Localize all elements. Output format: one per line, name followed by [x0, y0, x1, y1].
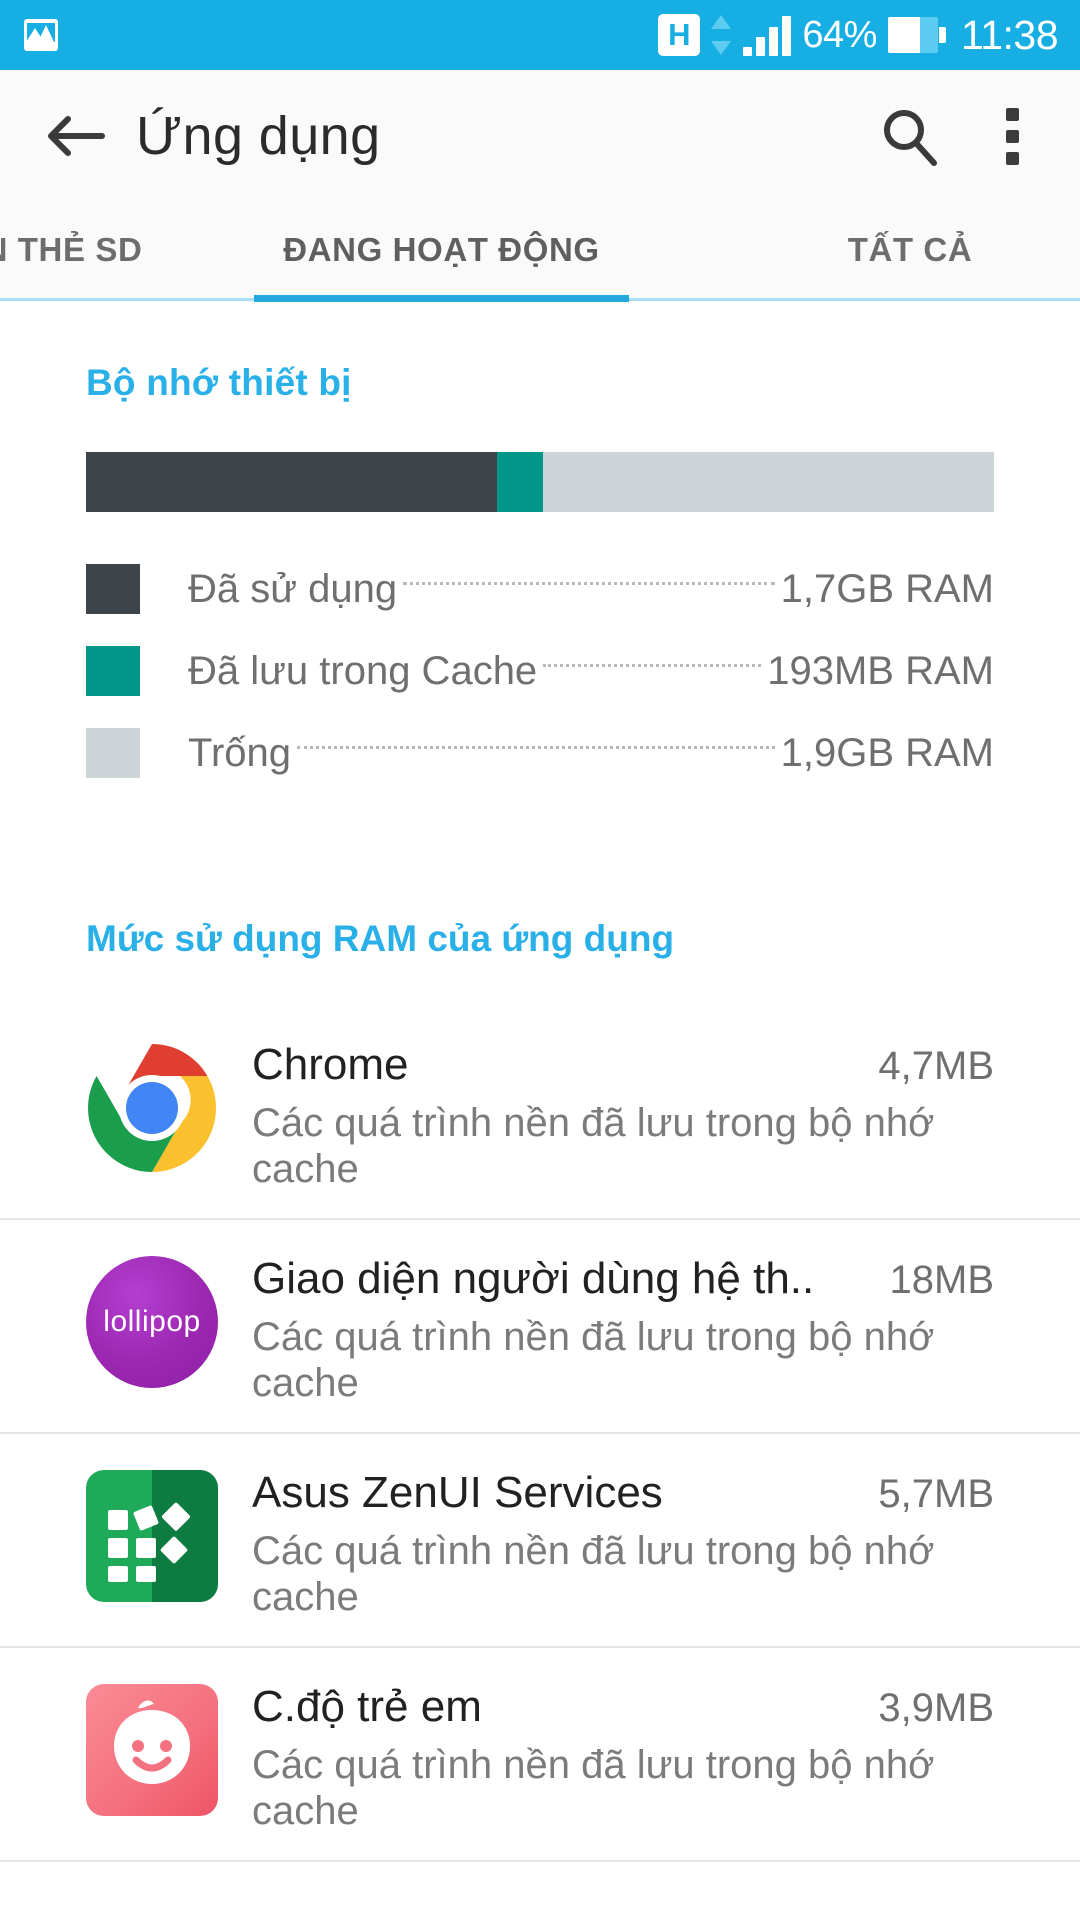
- app-subtitle: Các quá trình nền đã lưu trong bộ nhớ ca…: [252, 1101, 935, 1191]
- status-bar-right: H 64% 11:38: [658, 11, 1059, 59]
- search-icon[interactable]: [878, 105, 940, 167]
- app-size: 5,7MB: [878, 1472, 994, 1516]
- data-transfer-icon: [711, 13, 732, 57]
- network-type-icon: H: [658, 14, 701, 56]
- memory-bar-used-segment: [86, 452, 498, 512]
- legend-leader: [297, 745, 775, 749]
- memory-usage-bar: [86, 452, 994, 512]
- tab-bar: N THẺ SD ĐANG HOẠT ĐỘNG TẤT CẢ: [0, 202, 1080, 302]
- battery-icon: [887, 17, 946, 53]
- status-bar-clock: 11:38: [960, 11, 1059, 58]
- chrome-icon: [86, 1042, 218, 1174]
- memory-legend: Đã sử dụng 1,7GB RAM Đã lưu trong Cache …: [86, 548, 994, 794]
- app-size: 4,7MB: [878, 1044, 994, 1088]
- gallery-icon: [24, 19, 58, 51]
- legend-value-cached: 193MB RAM: [767, 648, 994, 693]
- tab-on-sd-card[interactable]: N THẺ SD: [0, 202, 218, 298]
- app-subtitle: Các quá trình nền đã lưu trong bộ nhớ ca…: [252, 1743, 935, 1833]
- app-list: Chrome 4,7MB Các quá trình nền đã lưu tr…: [0, 1006, 1080, 1862]
- battery-percent-label: 64%: [802, 13, 877, 56]
- kids-mode-icon: [86, 1684, 218, 1816]
- tab-running[interactable]: ĐANG HOẠT ĐỘNG: [254, 202, 629, 298]
- app-name: C.độ trẻ em: [252, 1682, 482, 1731]
- tab-all[interactable]: TẤT CẢ: [700, 202, 1080, 298]
- page-title: Ứng dụng: [136, 106, 381, 166]
- action-bar-actions: [878, 105, 1044, 167]
- app-name: Chrome: [252, 1040, 409, 1089]
- list-item[interactable]: Chrome 4,7MB Các quá trình nền đã lưu tr…: [0, 1006, 1080, 1220]
- memory-bar-cached-segment: [497, 452, 543, 512]
- legend-row-free: Trống 1,9GB RAM: [86, 712, 994, 794]
- app-name: Giao diện người dùng hệ th..: [252, 1254, 815, 1303]
- lollipop-icon-label: lollipop: [103, 1305, 201, 1338]
- list-item[interactable]: lollipop Giao diện người dùng hệ th.. 18…: [0, 1220, 1080, 1434]
- app-info: Giao diện người dùng hệ th.. 18MB Các qu…: [252, 1246, 994, 1406]
- legend-swatch-cached: [86, 646, 140, 696]
- list-item[interactable]: Asus ZenUI Services 5,7MB Các quá trình …: [0, 1434, 1080, 1648]
- app-size: 18MB: [889, 1258, 995, 1302]
- app-info: Chrome 4,7MB Các quá trình nền đã lưu tr…: [252, 1032, 994, 1192]
- legend-label-cached: Đã lưu trong Cache: [188, 648, 538, 693]
- legend-leader: [543, 663, 762, 667]
- overflow-menu-icon[interactable]: [984, 105, 1044, 167]
- content-scroll-area[interactable]: Bộ nhớ thiết bị Đã sử dụng 1,7GB RAM Đã …: [0, 302, 1080, 1920]
- action-bar: Ứng dụng: [0, 70, 1080, 202]
- app-info: C.độ trẻ em 3,9MB Các quá trình nền đã l…: [252, 1674, 994, 1834]
- app-header-row: C.độ trẻ em 3,9MB: [252, 1682, 994, 1732]
- app-name: Asus ZenUI Services: [252, 1468, 663, 1517]
- app-subtitle: Các quá trình nền đã lưu trong bộ nhớ ca…: [252, 1529, 935, 1619]
- legend-value-free: 1,9GB RAM: [780, 730, 994, 775]
- app-header-row: Chrome 4,7MB: [252, 1040, 994, 1090]
- legend-leader: [403, 581, 775, 585]
- device-memory-title: Bộ nhớ thiết bị: [86, 362, 352, 403]
- status-bar-left: [24, 19, 58, 51]
- app-subtitle: Các quá trình nền đã lưu trong bộ nhớ ca…: [252, 1315, 935, 1405]
- legend-row-cached: Đã lưu trong Cache 193MB RAM: [86, 630, 994, 712]
- legend-label-free: Trống: [188, 730, 292, 775]
- memory-bar-free-segment: [542, 452, 994, 512]
- app-ram-usage-title: Mức sử dụng RAM của ứng dụng: [86, 918, 675, 959]
- asus-zenui-icon: [86, 1470, 218, 1602]
- legend-row-used: Đã sử dụng 1,7GB RAM: [86, 548, 994, 630]
- legend-label-used: Đã sử dụng: [188, 566, 398, 611]
- signal-bars-icon: [743, 14, 792, 56]
- tab-active-indicator: [254, 295, 629, 302]
- app-size: 3,9MB: [878, 1686, 994, 1730]
- app-header-row: Giao diện người dùng hệ th.. 18MB: [252, 1254, 994, 1304]
- back-arrow-icon[interactable]: [40, 101, 110, 171]
- legend-swatch-used: [86, 564, 140, 614]
- lollipop-icon: lollipop: [86, 1256, 218, 1388]
- app-info: Asus ZenUI Services 5,7MB Các quá trình …: [252, 1460, 994, 1620]
- app-header-row: Asus ZenUI Services 5,7MB: [252, 1468, 994, 1518]
- list-item[interactable]: C.độ trẻ em 3,9MB Các quá trình nền đã l…: [0, 1648, 1080, 1862]
- legend-value-used: 1,7GB RAM: [780, 566, 994, 611]
- legend-swatch-free: [86, 728, 140, 778]
- status-bar: H 64% 11:38: [0, 0, 1080, 70]
